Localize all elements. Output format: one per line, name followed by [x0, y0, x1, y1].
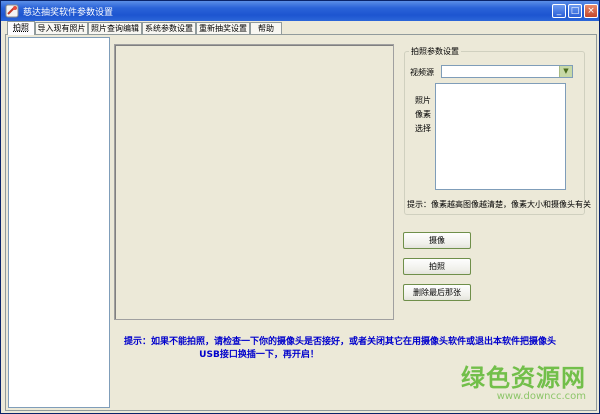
pixel-label-line-3: 选择 [415, 124, 431, 133]
pixel-label-line-1: 照片 [415, 96, 431, 105]
pixel-label-line-2: 像素 [415, 110, 431, 119]
watermark-url: www.downcc.com [496, 391, 586, 402]
delete-last-button[interactable]: 删除最后那张 [403, 284, 471, 301]
camera-preview [114, 44, 394, 320]
watermark: 绿色资源网 www.downcc.com [461, 358, 586, 402]
tab-redraw-settings[interactable]: 重新抽奖设置 [196, 22, 250, 34]
tab-content-photo: 拍照参数设置 视频源 ▼ 照片 像素 选择 提示：像素越高图像越清楚，像素大小和… [5, 34, 597, 411]
photo-list-panel[interactable] [8, 37, 110, 408]
tab-photo[interactable]: 拍照 [7, 21, 35, 35]
tab-help[interactable]: 帮助 [250, 22, 282, 34]
tab-bar: 拍照 导入现有照片 照片查询编辑 系统参数设置 重新抽奖设置 帮助 [5, 21, 597, 35]
title-bar[interactable]: 慈达抽奖软件参数设置 _ □ × [1, 1, 599, 21]
chevron-down-icon[interactable]: ▼ [559, 66, 572, 77]
photo-settings-title: 拍照参数设置 [409, 46, 461, 57]
tab-system-settings[interactable]: 系统参数设置 [142, 22, 196, 34]
pixel-size-listbox[interactable] [435, 83, 566, 190]
bottom-hint-line-2: USB接口换插一下，再开启！ [199, 350, 319, 360]
main-window: 慈达抽奖软件参数设置 _ □ × 拍照 导入现有照片 照片查询编辑 系统参数设置… [0, 0, 600, 414]
take-photo-button[interactable]: 拍照 [403, 258, 471, 275]
pixel-hint: 提示：像素越高图像越清楚，像素大小和摄像头有关 [407, 200, 591, 209]
window-title: 慈达抽奖软件参数设置 [23, 8, 114, 18]
close-button[interactable]: × [584, 4, 598, 18]
video-source-select[interactable]: ▼ [441, 65, 573, 78]
maximize-button[interactable]: □ [568, 4, 582, 18]
photo-settings-group: 拍照参数设置 视频源 ▼ 照片 像素 选择 提示：像素越高图像越清楚，像素大小和… [404, 46, 591, 215]
capture-button[interactable]: 摄像 [403, 232, 471, 249]
video-source-label: 视频源 [410, 68, 434, 77]
minimize-button[interactable]: _ [552, 4, 566, 18]
app-icon [5, 4, 19, 18]
bottom-hint-line-1: 提示：如果不能拍照，请检查一下你的摄像头是否接好，或者关闭其它在用摄像头软件或退… [124, 337, 557, 347]
tab-import-photos[interactable]: 导入现有照片 [35, 22, 88, 34]
watermark-brand: 绿色资源网 [461, 364, 586, 392]
tab-photo-query-edit[interactable]: 照片查询编辑 [88, 22, 142, 34]
